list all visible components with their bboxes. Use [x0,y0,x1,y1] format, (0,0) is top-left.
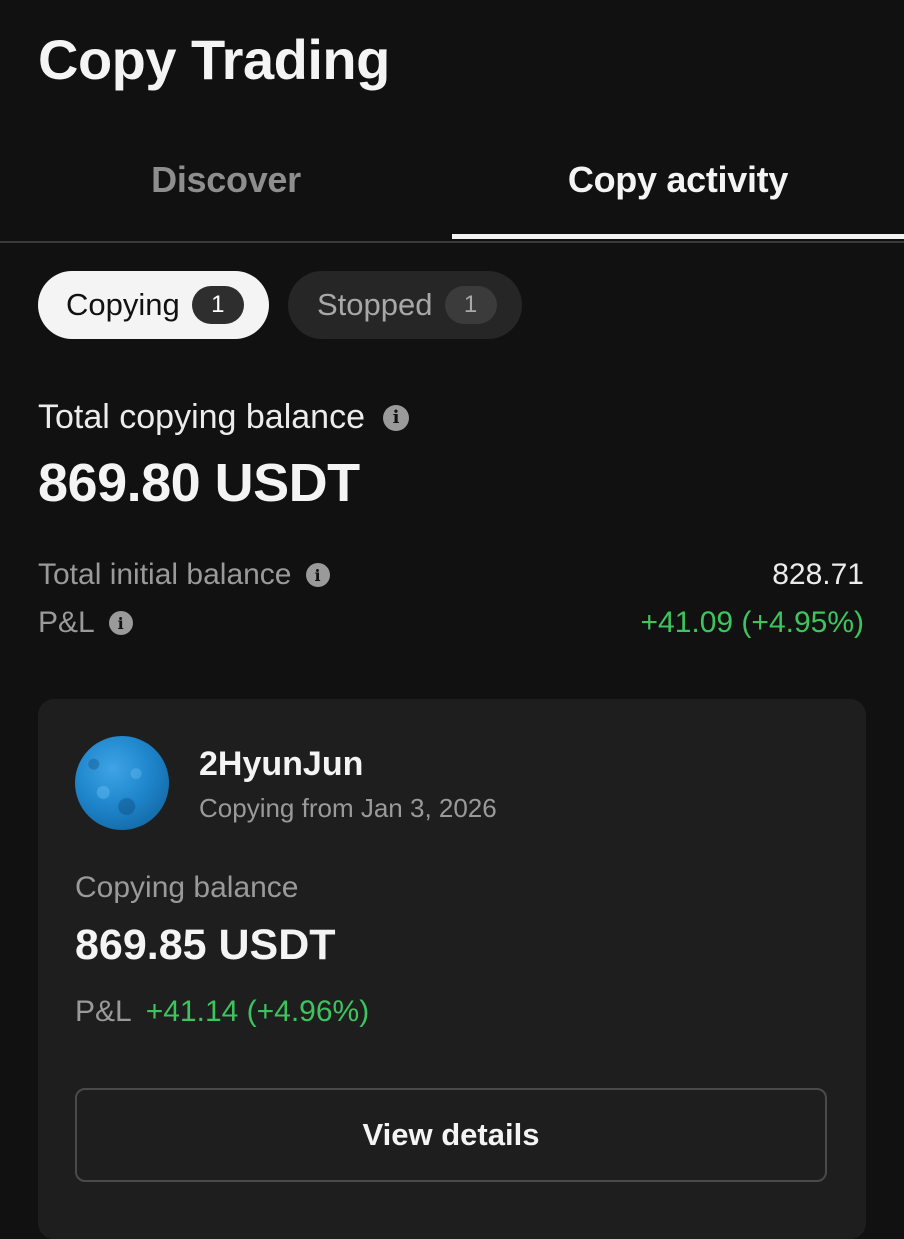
info-icon[interactable]: i [108,611,133,635]
active-tab-indicator [452,234,904,239]
total-copying-balance-label: Total copying balance [38,398,366,436]
avatar[interactable] [75,736,169,830]
total-copying-balance-row: Total copying balance i [38,398,410,437]
copying-balance-value: 869.85 USDT [75,921,336,969]
copying-since-text: Copying from Jan 3, 2026 [199,793,497,823]
total-copying-balance-value: 869.80 USDT [38,453,360,513]
copying-balance-label: Copying balance [75,871,299,904]
filter-copying-label: Copying [66,287,180,322]
info-icon[interactable]: i [305,563,330,587]
total-initial-balance-label: Total initial balance [38,558,292,591]
trader-card: 2HyunJun Copying from Jan 3, 2026 Copyin… [38,699,866,1239]
trader-pnl-value: +41.14 (+4.96%) [145,995,370,1028]
tab-copy-activity[interactable]: Copy activity [452,140,904,220]
filter-copying-count-badge: 1 [191,286,244,324]
view-details-button[interactable]: View details [75,1088,827,1182]
pnl-label: P&L [38,606,95,639]
trader-pnl-label: P&L [75,995,132,1028]
trader-name[interactable]: 2HyunJun [199,745,363,784]
filter-stopped-label: Stopped [317,287,433,322]
filter-stopped-count-badge: 1 [444,286,497,324]
page-title: Copy Trading [38,28,390,91]
total-initial-balance-row: Total initial balance i [38,558,330,592]
pnl-value: +41.09 (+4.95%) [640,606,865,639]
info-icon[interactable]: i [383,404,410,431]
total-initial-balance-value: 828.71 [772,558,864,591]
filter-copying-button[interactable]: Copying 1 [38,271,269,339]
tab-bar: Discover Copy activity [0,140,904,243]
filter-stopped-button[interactable]: Stopped 1 [288,271,522,339]
trader-pnl-row: P&L +41.14 (+4.96%) [75,995,369,1029]
tab-discover[interactable]: Discover [0,140,452,220]
pnl-row: P&L i [38,606,133,640]
